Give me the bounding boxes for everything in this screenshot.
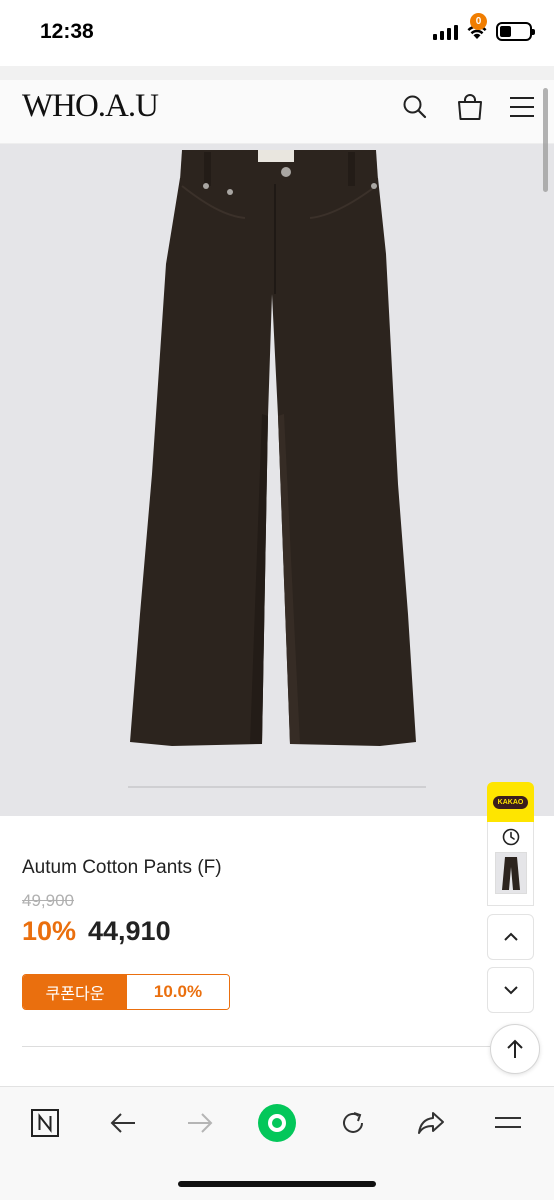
back-to-top-button[interactable] bbox=[490, 1024, 540, 1074]
kakao-chat-button[interactable]: KAKAO bbox=[487, 782, 534, 822]
chevron-down-icon bbox=[503, 986, 518, 995]
browser-url-strip bbox=[0, 66, 554, 80]
scroll-up-button[interactable] bbox=[487, 914, 534, 960]
recent-item-thumbnail[interactable] bbox=[495, 852, 527, 894]
naver-n-icon bbox=[31, 1109, 59, 1137]
site-header: WHO.A.U bbox=[0, 80, 554, 144]
page-scrollbar[interactable] bbox=[543, 88, 548, 192]
product-title: Autum Cotton Pants (F) bbox=[22, 857, 222, 878]
forward-arrow-icon bbox=[188, 1113, 213, 1133]
coupon-download-button[interactable]: 쿠폰다운 10.0% bbox=[22, 974, 230, 1010]
scroll-down-button[interactable] bbox=[487, 967, 534, 1013]
cellular-signal-icon bbox=[433, 24, 458, 40]
naver-n-button[interactable] bbox=[25, 1103, 65, 1143]
reload-icon bbox=[343, 1112, 363, 1133]
battery-icon bbox=[496, 22, 535, 41]
hamburger-menu-icon[interactable] bbox=[507, 92, 537, 122]
reload-button[interactable] bbox=[333, 1103, 373, 1143]
recent-items-panel bbox=[487, 822, 534, 906]
shopping-bag-icon[interactable] bbox=[455, 92, 485, 122]
menu-icon bbox=[495, 1117, 521, 1128]
kakao-label: KAKAO bbox=[492, 795, 529, 809]
home-indicator[interactable] bbox=[178, 1181, 376, 1187]
browser-menu-button[interactable] bbox=[488, 1103, 528, 1143]
green-home-icon bbox=[258, 1104, 296, 1142]
coupon-label: 쿠폰다운 bbox=[23, 975, 127, 1009]
share-button[interactable] bbox=[411, 1103, 451, 1143]
status-bar: 12:38 bbox=[0, 0, 554, 66]
original-price: 49,900 bbox=[22, 891, 74, 910]
back-arrow-icon bbox=[110, 1113, 135, 1133]
chevron-up-icon bbox=[503, 932, 518, 941]
clock-icon[interactable] bbox=[502, 828, 520, 846]
green-home-button[interactable] bbox=[257, 1103, 297, 1143]
search-icon[interactable] bbox=[400, 92, 430, 122]
discount-rate: 10% bbox=[22, 916, 77, 946]
sale-price: 44,910 bbox=[88, 916, 171, 946]
cart-count-badge: 0 bbox=[470, 13, 487, 30]
coupon-value: 10.0% bbox=[127, 975, 229, 1009]
forward-button[interactable] bbox=[180, 1103, 220, 1143]
brand-logo[interactable]: WHO.A.U bbox=[22, 88, 159, 125]
pants-illustration bbox=[130, 150, 416, 746]
back-button[interactable] bbox=[103, 1103, 143, 1143]
image-pagination-indicator bbox=[128, 786, 426, 788]
divider bbox=[22, 1046, 490, 1047]
arrow-up-icon bbox=[507, 1039, 523, 1058]
product-image[interactable] bbox=[0, 144, 554, 816]
status-time: 12:38 bbox=[40, 20, 94, 43]
share-icon bbox=[418, 1112, 444, 1134]
